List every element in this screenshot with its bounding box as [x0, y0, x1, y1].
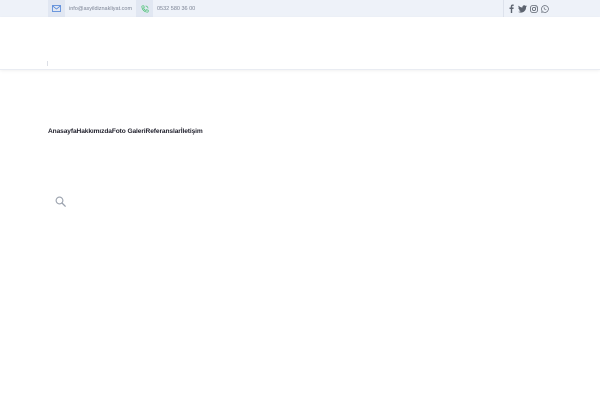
email-contact[interactable]: info@asyildiznakliyat.com	[48, 0, 132, 17]
nav-item-anasayfa[interactable]: Anasayfa	[48, 128, 77, 135]
main-nav: Anasayfa Hakkımızda Foto Galeri Referans…	[48, 128, 203, 135]
header-divider	[47, 61, 48, 66]
twitter-icon[interactable]	[517, 3, 527, 14]
search-button[interactable]	[54, 196, 67, 209]
nav-item-iletisim[interactable]: İletişim	[181, 128, 203, 135]
nav-item-foto-galeri[interactable]: Foto Galeri	[112, 128, 146, 135]
email-icon	[48, 0, 65, 17]
whatsapp-icon[interactable]	[540, 3, 550, 14]
site-header	[0, 17, 600, 70]
topbar-divider	[503, 0, 504, 17]
search-icon	[55, 194, 66, 212]
phone-text[interactable]: 0532 580 36 00	[157, 6, 195, 12]
email-text[interactable]: info@asyildiznakliyat.com	[69, 6, 132, 12]
phone-contact[interactable]: 0532 580 36 00	[136, 0, 195, 17]
phone-icon	[136, 0, 153, 17]
instagram-icon[interactable]	[529, 3, 539, 14]
nav-item-hakkimizda[interactable]: Hakkımızda	[77, 128, 112, 135]
top-bar: info@asyildiznakliyat.com 0532 580 36 00	[0, 0, 600, 17]
nav-item-referanslar[interactable]: Referanslar	[146, 128, 181, 135]
facebook-icon[interactable]	[507, 3, 515, 14]
